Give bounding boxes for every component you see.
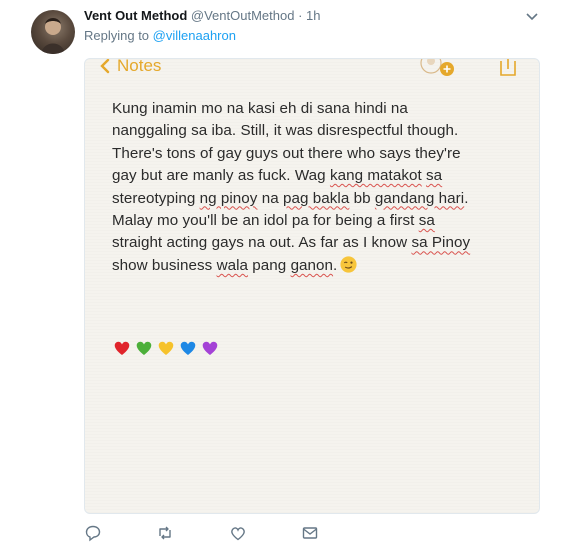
reply-icon[interactable] bbox=[84, 524, 102, 542]
share-icon[interactable] bbox=[497, 58, 519, 79]
chevron-down-icon[interactable] bbox=[525, 10, 539, 22]
chevron-left-icon bbox=[100, 59, 110, 74]
direct-message-icon[interactable] bbox=[301, 524, 319, 542]
author-avatar[interactable] bbox=[31, 10, 75, 54]
attached-image[interactable]: Notes Kung inamin mo na kasi eh di sana … bbox=[84, 58, 540, 514]
note-line: stereotyping ng pinoy na pag bakla bb ga… bbox=[112, 189, 469, 207]
note-line: There's tons of gay guys out there who s… bbox=[112, 144, 461, 162]
green-heart-icon bbox=[136, 341, 152, 355]
author-handle[interactable]: @VentOutMethod bbox=[191, 8, 295, 23]
tweet-actions bbox=[84, 524, 404, 544]
add-people-icon[interactable] bbox=[418, 58, 454, 79]
emoji-hearts-row bbox=[112, 338, 220, 358]
note-line: nanggaling sa iba. Still, it was disresp… bbox=[112, 122, 459, 140]
blue-heart-icon bbox=[180, 341, 196, 355]
yellow-heart-icon bbox=[158, 341, 174, 355]
note-line: Kung inamin mo na kasi eh di sana hindi … bbox=[112, 100, 408, 117]
note-body: Kung inamin mo na kasi eh di sana hindi … bbox=[112, 98, 532, 277]
replying-to-handle[interactable]: @villenaahron bbox=[153, 28, 236, 43]
tweet-time[interactable]: 1h bbox=[306, 8, 320, 23]
red-heart-icon bbox=[114, 341, 130, 355]
notes-back-label: Notes bbox=[117, 58, 162, 75]
retweet-icon[interactable] bbox=[156, 524, 174, 542]
winking-face-icon bbox=[340, 256, 357, 273]
note-line: Malay mo you'll be an idol pa for being … bbox=[112, 212, 435, 230]
note-line: gay but are manly as fuck. Wag kang mata… bbox=[112, 167, 443, 185]
like-icon[interactable] bbox=[229, 524, 247, 542]
purple-heart-icon bbox=[202, 341, 218, 355]
replying-prefix: Replying to bbox=[84, 28, 150, 43]
author-name[interactable]: Vent Out Method bbox=[84, 8, 187, 23]
note-line: show business wala pang ganon. bbox=[112, 255, 532, 277]
replying-to: Replying to @villenaahron bbox=[84, 28, 236, 43]
notes-back-button[interactable]: Notes bbox=[99, 58, 162, 76]
note-line: straight acting gays na out. As far as I… bbox=[112, 234, 471, 252]
tweet-header: Vent Out Method @VentOutMethod · 1h bbox=[84, 8, 321, 23]
separator-dot: · bbox=[298, 8, 303, 23]
